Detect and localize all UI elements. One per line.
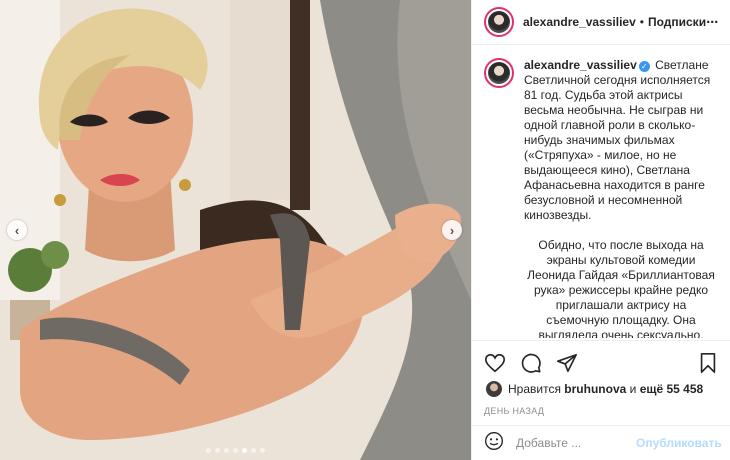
publish-button[interactable]: Опубликовать: [636, 436, 722, 450]
liker-avatar: [486, 381, 502, 397]
like-button[interactable]: [484, 352, 506, 374]
following-button[interactable]: Подписки: [648, 15, 706, 29]
likes-summary[interactable]: Нравится bruhunova и ещё 55 458: [472, 380, 730, 398]
post-header: alexandre_vassiliev • Подписки ···: [472, 0, 730, 45]
more-options-icon[interactable]: ···: [706, 14, 719, 31]
likes-prefix: Нравится: [508, 382, 561, 396]
liker-username[interactable]: bruhunova: [564, 382, 626, 396]
carousel-next-button[interactable]: ›: [442, 220, 462, 240]
photo-illustration: [0, 0, 471, 460]
comment-icon: [521, 353, 541, 373]
author-avatar[interactable]: [484, 7, 514, 37]
action-bar: [472, 341, 730, 384]
verified-icon: ✓: [638, 61, 650, 72]
carousel-dot: [251, 448, 256, 453]
carousel-dot-active: [242, 448, 247, 453]
carousel-indicator: [0, 448, 471, 453]
chevron-left-icon: ‹: [14, 222, 20, 238]
post-sidebar: alexandre_vassiliev • Подписки ··· alexa…: [471, 0, 730, 460]
save-button[interactable]: [698, 352, 718, 374]
caption-paragraph-1: Светлане Светличной сегодня исполняется …: [524, 58, 711, 222]
carousel-dot: [215, 448, 220, 453]
bookmark-icon: [700, 352, 716, 373]
comment-input[interactable]: [516, 436, 636, 450]
emoji-icon: [485, 431, 503, 450]
carousel-prev-button[interactable]: ‹: [7, 220, 27, 240]
carousel-dot: [224, 448, 229, 453]
share-icon: [557, 353, 577, 372]
comment-composer: Опубликовать: [472, 425, 730, 460]
chevron-right-icon: ›: [449, 222, 455, 238]
emoji-button[interactable]: [484, 431, 504, 456]
post-actions-section: Нравится bruhunova и ещё 55 458 ДЕНЬ НАЗ…: [472, 340, 730, 416]
caption-avatar[interactable]: [484, 58, 514, 88]
header-separator: •: [639, 15, 644, 29]
caption-text: alexandre_vassiliev ✓ Светлане Светличной…: [524, 58, 718, 338]
caption-paragraph-2: Обидно, что после выхода на экраны культ…: [527, 238, 715, 338]
comment-button[interactable]: [520, 352, 542, 374]
carousel-dot: [206, 448, 211, 453]
post-timestamp[interactable]: ДЕНЬ НАЗАД: [472, 398, 730, 416]
share-button[interactable]: [556, 352, 578, 374]
post-photo[interactable]: ‹ ›: [0, 0, 471, 460]
likes-count[interactable]: ещё 55 458: [640, 382, 704, 396]
author-username[interactable]: alexandre_vassiliev: [523, 15, 636, 29]
heart-icon: [485, 353, 505, 372]
carousel-dot: [260, 448, 265, 453]
caption-container: alexandre_vassiliev ✓ Светлане Светличной…: [484, 58, 718, 338]
caption-username[interactable]: alexandre_vassiliev: [524, 58, 637, 72]
carousel-dot: [233, 448, 238, 453]
likes-conjunction: и: [629, 382, 637, 396]
